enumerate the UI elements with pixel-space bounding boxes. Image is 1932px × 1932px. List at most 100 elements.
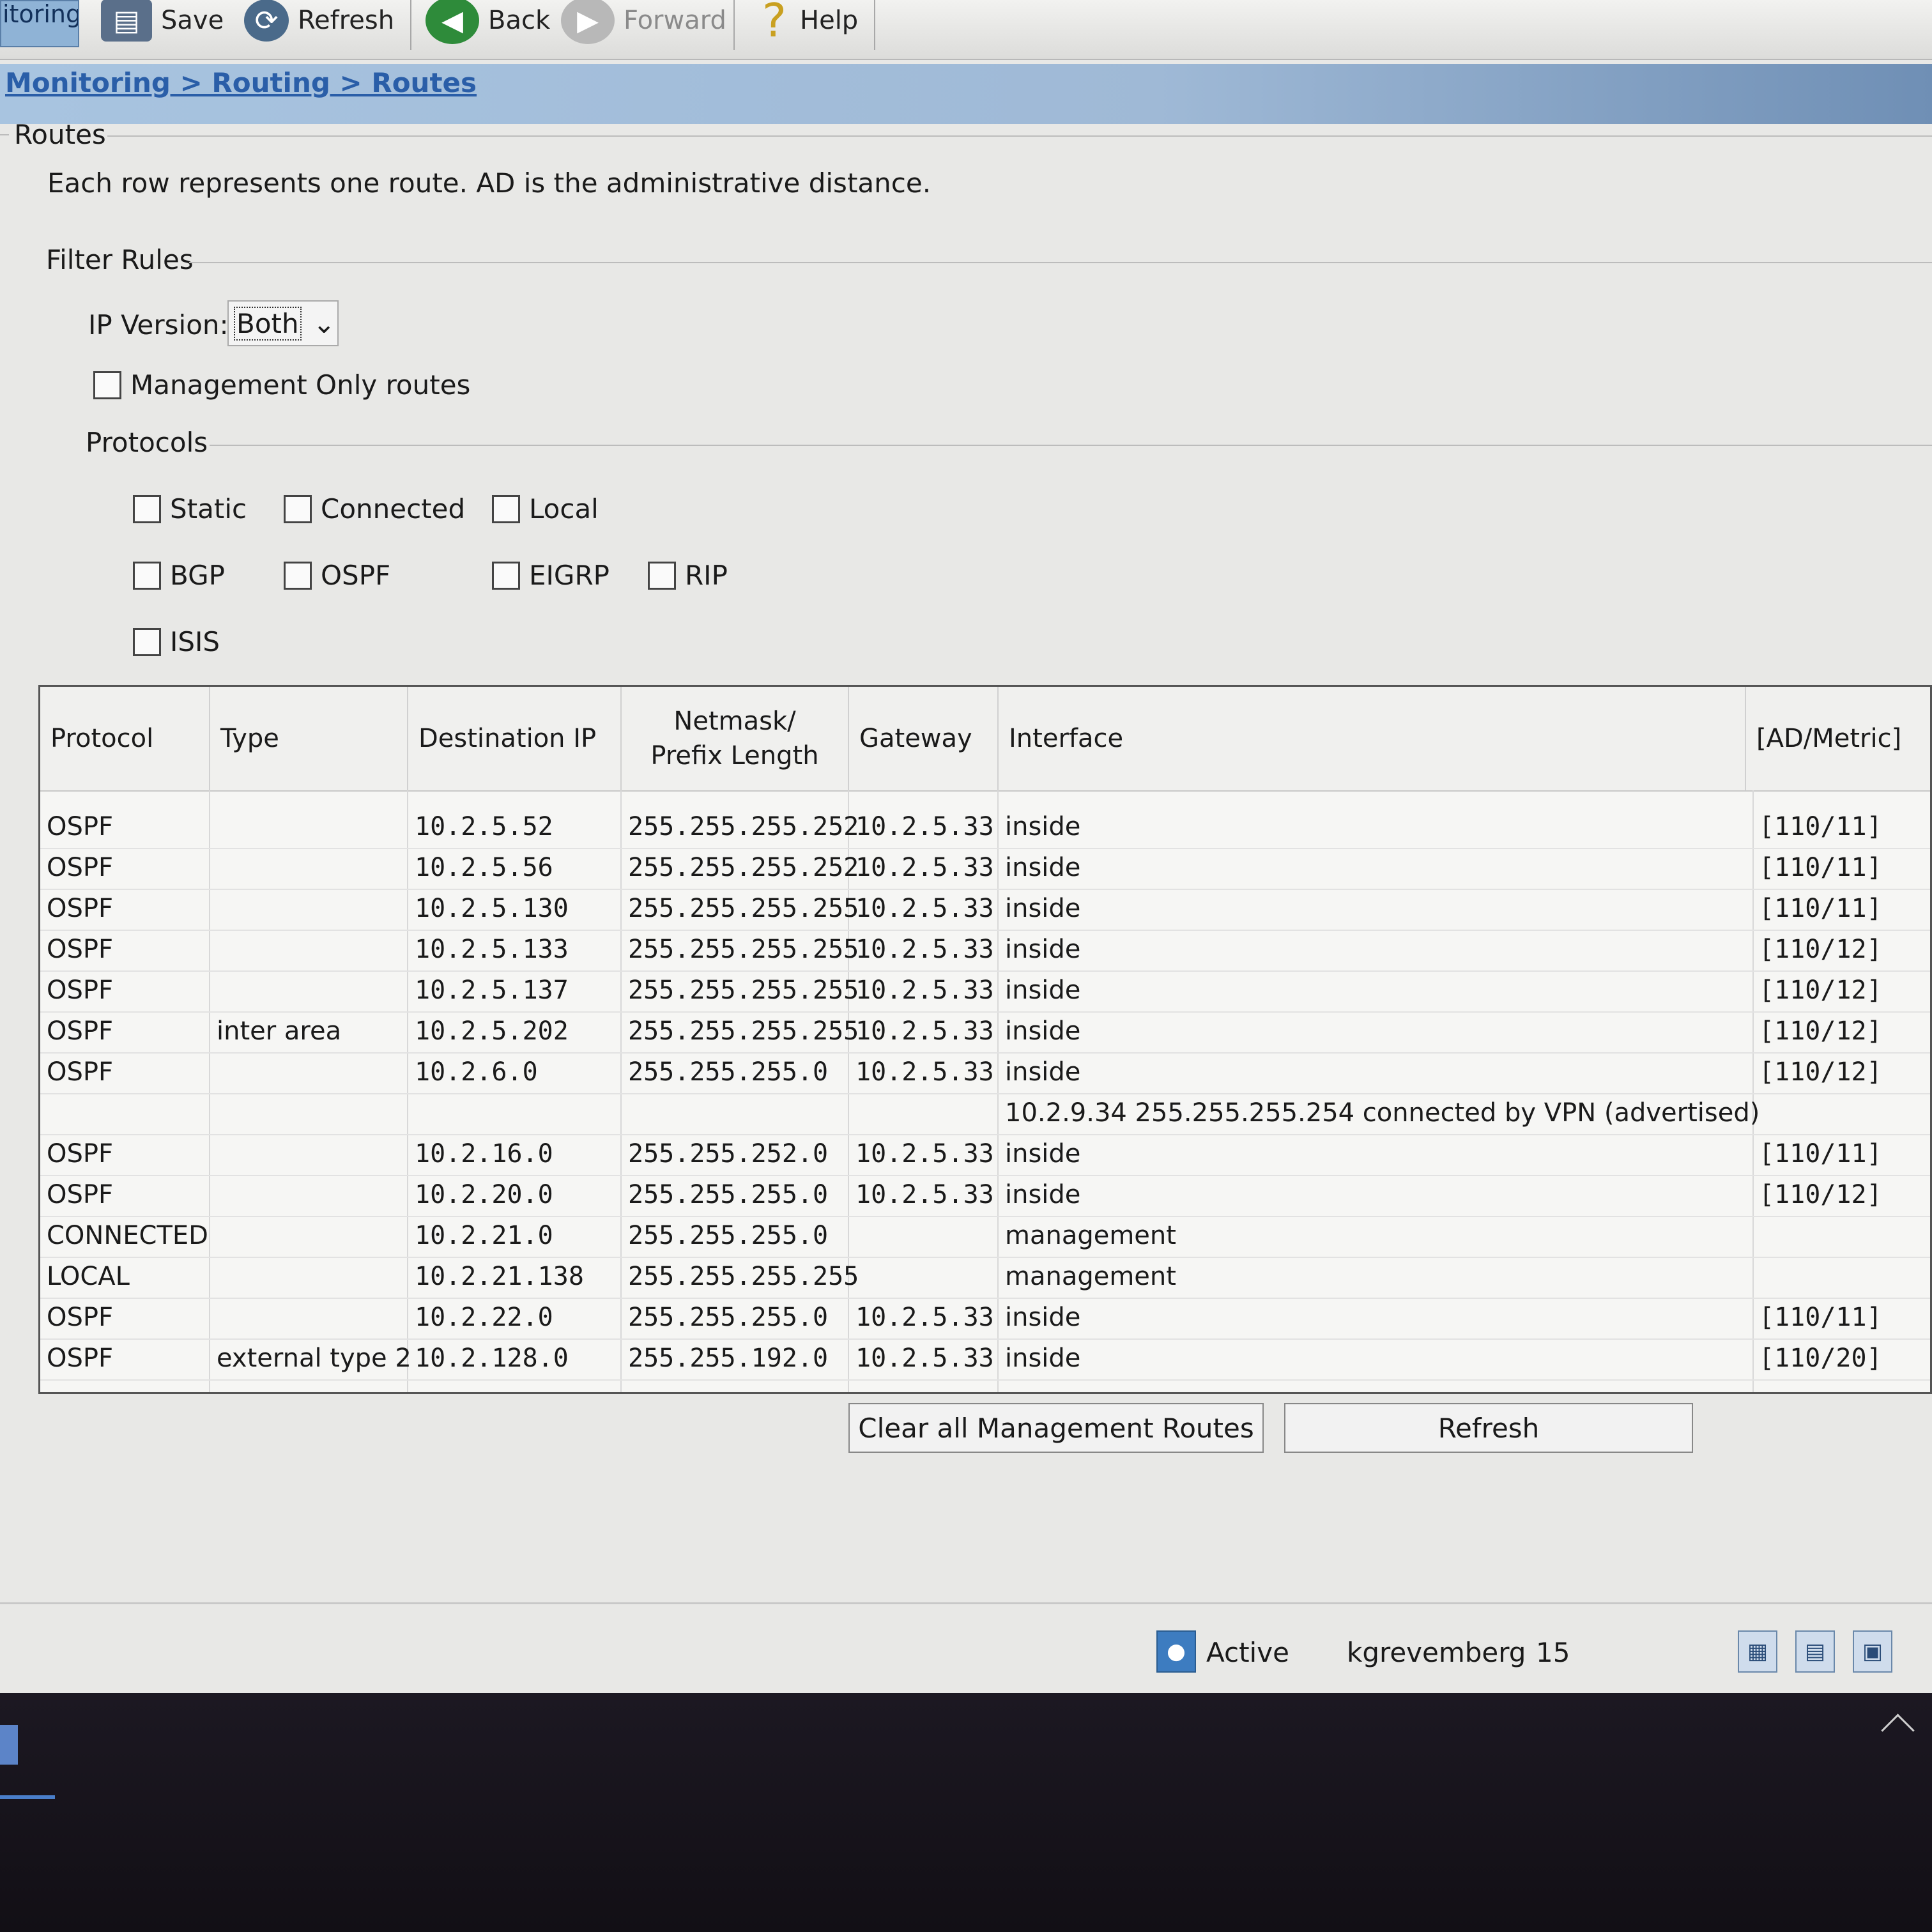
column-header-interface[interactable]: Interface <box>999 687 1746 790</box>
cell-gw: 10.2.5.33 <box>855 1303 994 1332</box>
table-row[interactable]: OSPF 10.2.22.0 255.255.255.0 10.2.5.33 insid… <box>40 1298 1930 1340</box>
header-label: Interface <box>1009 724 1124 753</box>
cell-iface: inside <box>1005 1344 1081 1373</box>
page-description: Each row represents one route. AD is the… <box>47 167 931 199</box>
table-row[interactable]: OSPF 10.2.5.52 255.255.255.252 10.2.5.33 ins… <box>40 807 1930 849</box>
cell-type: external type 2 <box>217 1344 411 1373</box>
protocol-label: ISIS <box>170 626 220 657</box>
header-label: Gateway <box>859 724 972 753</box>
cell-mask: 255.255.252.0 <box>628 1139 829 1169</box>
cell-gw: 10.2.5.33 <box>855 976 994 1005</box>
breadcrumb[interactable]: Monitoring > Routing > Routes <box>5 67 477 98</box>
header-label: Protocol <box>50 724 154 753</box>
cell-protocol: OSPF <box>47 976 114 1005</box>
cell-dest: 10.2.5.130 <box>415 894 569 923</box>
cell-ad: [110/11] <box>1759 853 1882 882</box>
forward-button[interactable]: ▶ Forward <box>561 0 726 44</box>
cell-dest: 10.2.22.0 <box>415 1303 553 1332</box>
management-only-checkbox[interactable]: Management Only routes <box>93 369 470 401</box>
monitor-icon[interactable]: ▦ <box>1738 1630 1777 1673</box>
config-icon[interactable]: ▤ <box>1795 1630 1835 1673</box>
connect-icon[interactable]: ▣ <box>1853 1630 1892 1673</box>
refresh-label: Refresh <box>298 6 395 35</box>
scrolled-row-partial <box>40 790 1930 807</box>
table-row[interactable]: OSPF 10.2.6.0 255.255.255.0 10.2.5.33 inside… <box>40 1052 1930 1094</box>
monitoring-tab[interactable]: itoring <box>0 0 79 47</box>
cell-mask: 255.255.255.0 <box>628 1221 829 1250</box>
table-row[interactable]: OSPF 10.2.16.0 255.255.252.0 10.2.5.33 insid… <box>40 1134 1930 1176</box>
checkbox-box[interactable] <box>133 561 161 590</box>
table-row[interactable]: OSPF 10.2.5.137 255.255.255.255 10.2.5.33 in… <box>40 970 1930 1013</box>
table-row[interactable]: LOCAL 10.2.21.138 255.255.255.255 managemen… <box>40 1257 1930 1299</box>
clear-management-routes-button[interactable]: Clear all Management Routes <box>848 1403 1264 1453</box>
app-taskbar-icon[interactable] <box>0 1725 18 1765</box>
checkbox-box[interactable] <box>284 494 312 523</box>
refresh-routes-button[interactable]: Refresh <box>1284 1403 1693 1453</box>
column-header-destination[interactable]: Destination IP <box>408 687 622 790</box>
checkbox-box[interactable] <box>93 371 121 399</box>
protocol-checkbox-static[interactable]: Static <box>133 493 247 525</box>
checkbox-box[interactable] <box>492 561 520 590</box>
refresh-button[interactable]: ⟳ Refresh <box>244 0 395 42</box>
back-button[interactable]: ◀ Back <box>425 0 550 44</box>
column-header-ad-metric[interactable]: [AD/Metric] <box>1746 687 1901 790</box>
table-row[interactable]: OSPF 10.2.5.130 255.255.255.255 10.2.5.33 in… <box>40 889 1930 931</box>
filter-rules-title: Filter Rules <box>46 244 194 275</box>
checkbox-box[interactable] <box>492 494 520 523</box>
cell-gw: 10.2.5.33 <box>855 1016 994 1046</box>
protocol-checkbox-rip[interactable]: RIP <box>648 560 728 591</box>
cell-iface: inside <box>1005 1180 1081 1209</box>
active-app-indicator <box>0 1795 55 1799</box>
save-label: Save <box>161 6 224 35</box>
checkbox-box[interactable] <box>133 627 161 656</box>
ip-version-select[interactable]: Both ⌄ <box>227 300 339 346</box>
cell-dest: 10.2.5.202 <box>415 1016 569 1046</box>
checkbox-box[interactable] <box>133 494 161 523</box>
table-row[interactable]: OSPF 10.2.5.133 255.255.255.255 10.2.5.33 in… <box>40 930 1930 972</box>
cell-mask: 255.255.255.255 <box>628 1016 859 1046</box>
protocol-checkbox-connected[interactable]: Connected <box>284 493 465 525</box>
cell-iface: inside <box>1005 853 1081 882</box>
column-header-protocol[interactable]: Protocol <box>40 687 210 790</box>
protocol-checkbox-local[interactable]: Local <box>492 493 599 525</box>
protocol-label: RIP <box>685 560 728 591</box>
cell-ad: [110/11] <box>1759 894 1882 923</box>
column-header-type[interactable]: Type <box>210 687 408 790</box>
toolbar-separator <box>410 0 411 50</box>
cell-dest: 10.2.20.0 <box>415 1180 553 1209</box>
table-row[interactable]: OSPF 10.2.5.56 255.255.255.252 10.2.5.33 ins… <box>40 848 1930 890</box>
cell-mask: 255.255.255.255 <box>628 935 859 964</box>
column-header-netmask[interactable]: Netmask/ Prefix Length <box>622 687 849 790</box>
cell-mask: 255.255.255.0 <box>628 1180 829 1209</box>
protocol-checkbox-bgp[interactable]: BGP <box>133 560 225 591</box>
management-only-label: Management Only routes <box>130 369 471 401</box>
table-row[interactable]: 10.2.9.34 255.255.255.254 connected by V… <box>40 1093 1930 1135</box>
cell-gw: 10.2.5.33 <box>855 1139 994 1169</box>
cell-mask: 255.255.192.0 <box>628 1344 829 1373</box>
table-row[interactable]: OSPF 10.2.20.0 255.255.255.0 10.2.5.33 insid… <box>40 1175 1930 1217</box>
table-row[interactable]: OSPF external type 2 10.2.128.0 255.255.192… <box>40 1338 1930 1381</box>
filter-rules-border <box>189 262 1932 263</box>
routes-table[interactable]: Protocol Type Destination IP Netmask/ Pr… <box>38 685 1932 1394</box>
toolbar-separator <box>874 0 875 50</box>
cell-iface: inside <box>1005 1303 1081 1332</box>
cell-iface: management <box>1005 1262 1176 1291</box>
cell-protocol: OSPF <box>47 1303 114 1332</box>
protocol-checkbox-eigrp[interactable]: EIGRP <box>492 560 610 591</box>
protocol-checkbox-isis[interactable]: ISIS <box>133 626 220 657</box>
table-row[interactable]: CONNECTED 10.2.21.0 255.255.255.0 managemen… <box>40 1216 1930 1258</box>
cell-iface: 10.2.9.34 255.255.255.254 connected by V… <box>1005 1098 1760 1128</box>
back-icon: ◀ <box>425 0 479 44</box>
cell-dest: 10.2.21.0 <box>415 1221 553 1250</box>
protocol-checkbox-ospf[interactable]: OSPF <box>284 560 390 591</box>
chevron-down-icon: ⌄ <box>312 307 335 339</box>
column-header-gateway[interactable]: Gateway <box>849 687 999 790</box>
help-button[interactable]: ? Help <box>758 0 858 47</box>
save-button[interactable]: ▤ Save <box>101 0 224 42</box>
checkbox-box[interactable] <box>648 561 676 590</box>
cell-iface: inside <box>1005 976 1081 1005</box>
table-row[interactable]: OSPF inter area 10.2.5.202 255.255.255.255 1… <box>40 1011 1930 1054</box>
cell-ad: [110/12] <box>1759 1057 1882 1087</box>
cell-iface: inside <box>1005 1139 1081 1169</box>
checkbox-box[interactable] <box>284 561 312 590</box>
